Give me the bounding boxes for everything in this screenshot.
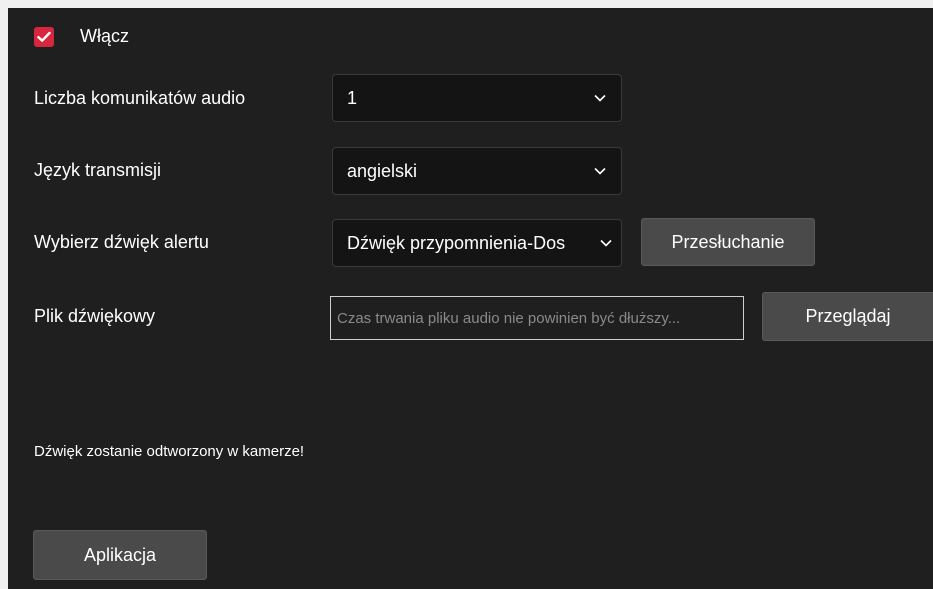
alert-sound-value: Dźwięk przypomnienia-Dos <box>347 232 566 253</box>
language-value: angielski <box>347 160 418 181</box>
playback-note: Dźwięk zostanie odtworzony w kamerze! <box>34 443 305 460</box>
listen-button[interactable]: Przesłuchanie <box>641 218 815 266</box>
chevron-down-icon <box>599 236 613 250</box>
enable-row: Włącz <box>34 26 129 47</box>
audio-count-select[interactable]: 1 <box>332 74 622 122</box>
alert-sound-label: Wybierz dźwięk alertu <box>34 232 209 252</box>
apply-button[interactable]: Aplikacja <box>33 530 207 580</box>
sound-file-input[interactable] <box>330 296 744 340</box>
chevron-down-icon <box>593 164 607 178</box>
alert-sound-select[interactable]: Dźwięk przypomnienia-Dos <box>332 219 622 267</box>
checkmark-icon <box>37 31 51 42</box>
language-label: Język transmisji <box>34 160 162 180</box>
sound-file-label: Plik dźwiękowy <box>34 306 156 326</box>
audio-count-value: 1 <box>347 87 358 108</box>
enable-checkbox[interactable] <box>34 26 54 47</box>
enable-label: Włącz <box>80 26 129 46</box>
browse-button[interactable]: Przeglądaj <box>762 292 933 341</box>
chevron-down-icon <box>593 91 607 105</box>
audio-alarm-panel: Włącz Liczba komunikatów audio 1 Język t… <box>8 8 933 589</box>
language-select[interactable]: angielski <box>332 147 622 195</box>
audio-count-label: Liczba komunikatów audio <box>34 88 246 108</box>
